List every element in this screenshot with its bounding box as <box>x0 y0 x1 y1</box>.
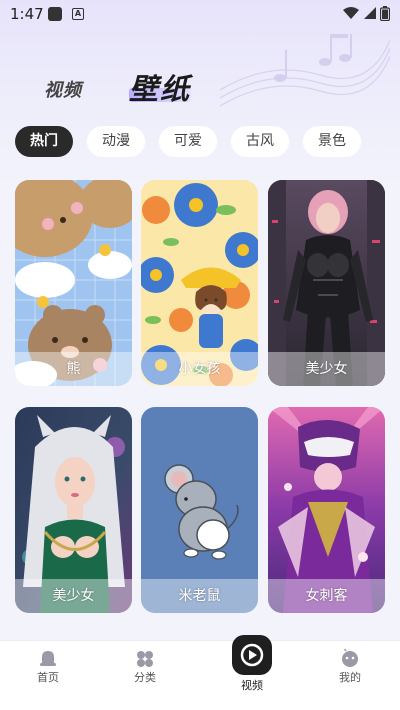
music-notes-decoration <box>220 34 390 107</box>
wallpaper-label: 美少女 <box>268 352 385 386</box>
category-chip-scenery[interactable]: 景色 <box>303 126 361 157</box>
wallpaper-card[interactable]: 米老鼠 <box>141 407 258 613</box>
battery-icon <box>380 6 390 21</box>
wallpaper-card[interactable]: 熊 <box>15 180 132 386</box>
signal-icon <box>364 7 376 19</box>
nav-profile[interactable]: 我的 <box>320 641 380 710</box>
nav-video-label: 视频 <box>241 679 263 692</box>
nav-video[interactable]: 视频 <box>222 635 282 710</box>
nav-category[interactable]: 分类 <box>115 641 175 710</box>
category-chip-cute[interactable]: 可爱 <box>159 126 217 157</box>
category-chip-hot[interactable]: 热门 <box>15 126 73 157</box>
a-notification-icon: A <box>72 8 84 20</box>
wallpaper-label: 熊 <box>15 352 132 386</box>
profile-icon <box>342 649 358 667</box>
category-chip-anime[interactable]: 动漫 <box>87 126 145 157</box>
home-icon <box>40 651 56 666</box>
wallpaper-card[interactable]: 美少女 <box>268 180 385 386</box>
wallpaper-card[interactable]: 美少女 <box>15 407 132 613</box>
category-icon <box>137 651 153 667</box>
nav-category-label: 分类 <box>134 671 156 684</box>
wallpaper-card[interactable]: 女刺客 <box>268 407 385 613</box>
wallpaper-label: 女刺客 <box>268 579 385 613</box>
wifi-icon <box>343 7 359 19</box>
tab-wallpaper[interactable]: 壁纸 <box>129 66 191 108</box>
status-time: 1:47 <box>10 5 44 23</box>
wallpaper-label: 美少女 <box>15 579 132 613</box>
category-chip-ancient[interactable]: 古风 <box>231 126 289 157</box>
nav-home[interactable]: 首页 <box>18 641 78 710</box>
wallpaper-card[interactable]: 小女孩 <box>141 180 258 386</box>
bottom-navigation: 首页 分类 视频 我的 <box>0 635 400 710</box>
wallpaper-label: 小女孩 <box>141 352 258 386</box>
nav-profile-label: 我的 <box>339 671 361 684</box>
wallpaper-label: 米老鼠 <box>141 579 258 613</box>
nav-home-label: 首页 <box>37 671 59 684</box>
video-icon <box>232 635 272 675</box>
app-notification-icon <box>48 7 62 21</box>
status-bar: 1:47 A <box>0 0 400 28</box>
tab-video[interactable]: 视频 <box>44 76 82 102</box>
